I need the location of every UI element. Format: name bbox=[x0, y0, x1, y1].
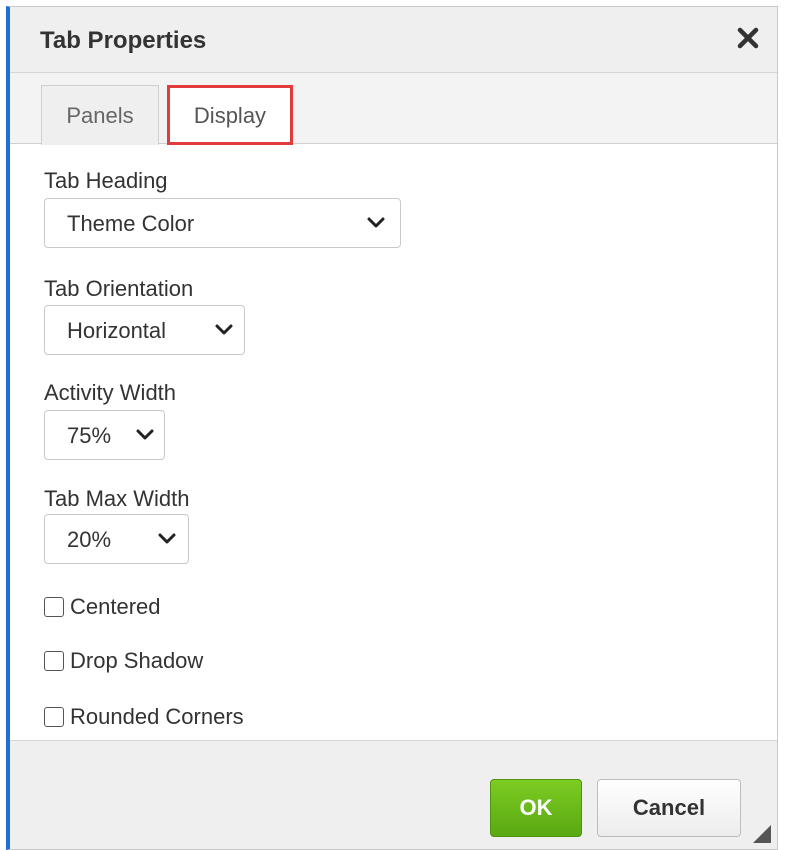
centered-checkbox[interactable] bbox=[44, 597, 64, 617]
drop-shadow-checkbox-row[interactable]: Drop Shadow bbox=[44, 646, 203, 676]
tab-max-width-value: 20% bbox=[67, 527, 112, 552]
tab-panels-label: Panels bbox=[66, 102, 134, 128]
close-icon bbox=[737, 27, 759, 49]
centered-checkbox-label: Centered bbox=[70, 594, 161, 619]
close-button[interactable] bbox=[733, 23, 763, 53]
dialog-titlebar: Tab Properties bbox=[10, 7, 777, 73]
tab-heading-label: Tab Heading bbox=[44, 168, 168, 193]
ok-button[interactable]: OK bbox=[490, 779, 582, 837]
rounded-corners-checkbox-row[interactable]: Rounded Corners bbox=[44, 702, 244, 732]
chevron-down-icon bbox=[367, 217, 385, 228]
tab-orientation-value: Horizontal bbox=[67, 318, 167, 343]
tab-orientation-select[interactable]: Horizontal bbox=[44, 305, 245, 355]
tab-properties-dialog: Tab Properties Panels Display Tab Headin… bbox=[6, 6, 778, 850]
rounded-corners-checkbox[interactable] bbox=[44, 707, 64, 727]
rounded-corners-checkbox-label: Rounded Corners bbox=[70, 704, 244, 729]
activity-width-label: Activity Width bbox=[44, 380, 177, 405]
tab-max-width-label: Tab Max Width bbox=[44, 486, 190, 511]
tab-max-width-select[interactable]: 20% bbox=[44, 514, 189, 564]
tab-panels[interactable]: Panels bbox=[41, 85, 159, 145]
cancel-button[interactable]: Cancel bbox=[597, 779, 741, 837]
chevron-down-icon bbox=[136, 429, 154, 440]
tab-heading-select[interactable]: Theme Color bbox=[44, 198, 401, 248]
dialog-title: Tab Properties bbox=[40, 27, 207, 54]
drop-shadow-checkbox-label: Drop Shadow bbox=[70, 648, 204, 673]
drop-shadow-checkbox[interactable] bbox=[44, 651, 64, 671]
centered-checkbox-row[interactable]: Centered bbox=[44, 592, 161, 622]
tab-display-label: Display bbox=[193, 102, 267, 128]
tab-bar: Panels Display bbox=[10, 73, 777, 145]
tab-display[interactable]: Display bbox=[167, 85, 293, 145]
tab-heading-value: Theme Color bbox=[67, 211, 195, 236]
activity-width-select[interactable]: 75% bbox=[44, 410, 165, 460]
dialog-footer: OK Cancel bbox=[10, 740, 777, 849]
chevron-down-icon bbox=[215, 324, 233, 335]
activity-width-value: 75% bbox=[67, 423, 112, 448]
resize-grip-icon[interactable] bbox=[751, 823, 771, 843]
tab-orientation-label: Tab Orientation bbox=[44, 276, 194, 301]
chevron-down-icon bbox=[158, 533, 176, 544]
